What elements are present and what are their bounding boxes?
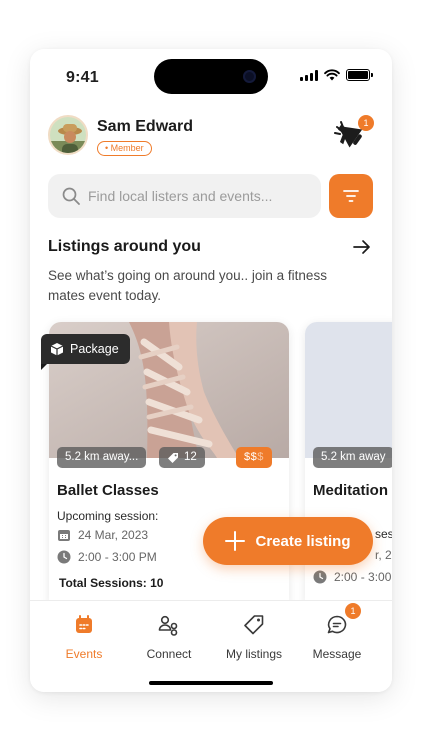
arrow-right-icon: [353, 240, 370, 254]
nav-item-message[interactable]: 1 Message: [295, 603, 379, 661]
notifications-button[interactable]: 1: [332, 115, 374, 155]
wifi-icon: [324, 69, 340, 81]
people-icon: [158, 615, 178, 636]
price-level-tag: $$$: [236, 447, 272, 468]
calendar-icon: [76, 615, 92, 633]
section-description: See what’s going on around you.. join a …: [48, 268, 327, 303]
listing-time-row: 2:00 - 3:00: [313, 570, 391, 584]
tag-icon: [244, 615, 264, 635]
nav-label-events: Events: [65, 647, 103, 661]
status-icons: [300, 69, 373, 81]
avatar-image: [50, 117, 86, 153]
battery-icon: [346, 69, 373, 81]
listing-time: 2:00 - 3:00 PM: [78, 550, 157, 564]
phone-screen: 9:41 Sam Edward • Member 1 Find local li…: [30, 49, 392, 692]
listing-time: 2:00 - 3:00: [334, 570, 392, 584]
user-name: Sam Edward: [97, 118, 194, 135]
listing-date-row: 24 Mar, 2023: [57, 528, 148, 542]
distance-tag: 5.2 km away: [313, 447, 392, 468]
listing-title: Ballet Classes: [57, 482, 159, 499]
distance-tag: 5.2 km away...: [57, 447, 147, 468]
listing-card[interactable]: 5.2 km away Meditation ses r, 20 2:00 - …: [305, 322, 392, 612]
nav-item-connect[interactable]: Connect: [127, 613, 211, 661]
message-count-badge: 1: [345, 603, 361, 619]
package-label: Package: [41, 334, 130, 370]
see-all-arrow-button[interactable]: [352, 237, 372, 257]
listing-date-fragment: r, 20: [375, 548, 392, 562]
listing-subtitle-fragment: ses: [375, 527, 392, 541]
price-active: $$: [244, 451, 258, 463]
notification-count-badge: 1: [358, 115, 374, 131]
package-icon: [50, 343, 64, 356]
section-title: Listings around you: [48, 238, 201, 255]
camera-icon: [243, 70, 256, 83]
home-indicator: [149, 681, 273, 685]
plus-icon: [225, 531, 246, 551]
clock-icon: [57, 550, 71, 564]
tag-icon: [168, 452, 178, 463]
create-listing-button[interactable]: Create listing: [203, 517, 373, 565]
chat-icon: [327, 615, 347, 634]
listing-title: Meditation: [313, 482, 388, 499]
filter-icon: [343, 190, 359, 202]
nav-label-message: Message: [312, 647, 362, 661]
create-listing-label: Create listing: [255, 532, 351, 550]
total-sessions: Total Sessions: 10: [59, 576, 164, 590]
bottom-navigation: Events Connect My listings 1 Message: [30, 600, 392, 692]
filter-button[interactable]: [329, 174, 373, 218]
calendar-icon: [58, 530, 70, 541]
tag-count: 12: [184, 451, 197, 463]
search-icon: [62, 187, 80, 205]
status-time: 9:41: [66, 69, 99, 86]
dynamic-island: [154, 59, 268, 94]
nav-item-events[interactable]: Events: [42, 613, 126, 661]
tag-count-badge: 12: [159, 447, 205, 468]
nav-item-my-listings[interactable]: My listings: [212, 613, 296, 661]
listing-image: [305, 322, 392, 458]
clock-icon: [313, 570, 327, 584]
avatar[interactable]: [48, 115, 88, 155]
listing-time-row: 2:00 - 3:00 PM: [57, 550, 157, 564]
member-badge: • Member: [97, 141, 152, 156]
nav-label-my-listings: My listings: [225, 647, 282, 661]
package-label-text: Package: [70, 342, 119, 356]
nav-label-connect: Connect: [146, 647, 192, 661]
search-input[interactable]: [88, 188, 308, 204]
listing-date: 24 Mar, 2023: [78, 528, 149, 542]
listing-card[interactable]: 5.2 km away... 12 $$$ Ballet Classes Upc…: [49, 322, 289, 612]
listing-date-row: r, 20: [375, 548, 392, 562]
search-bar[interactable]: [48, 174, 321, 218]
price-inactive: $: [257, 451, 264, 463]
signal-icon: [300, 69, 318, 81]
listing-subtitle: Upcoming session:: [57, 509, 159, 523]
